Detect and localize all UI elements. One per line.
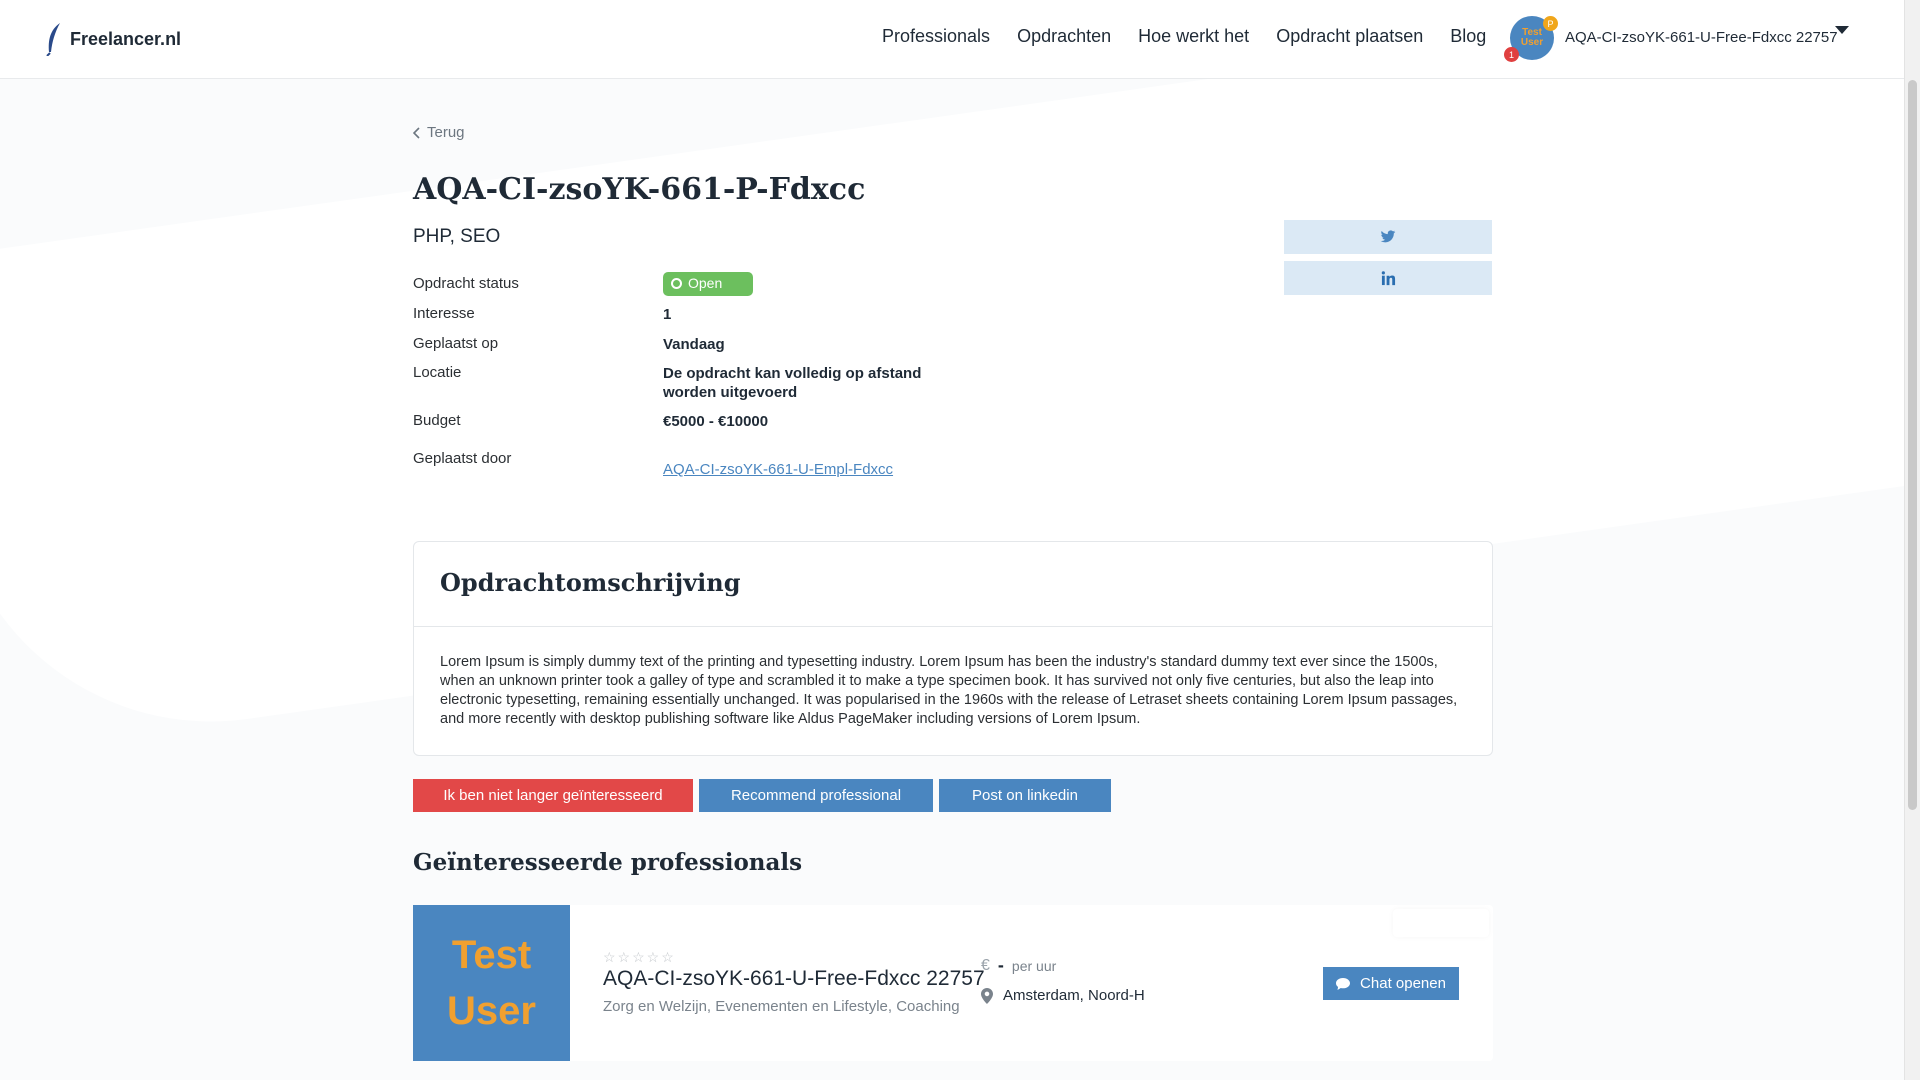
caret-down-icon[interactable] [1835,26,1849,34]
euro-icon: € [981,956,990,974]
rate-value: - [997,955,1004,975]
user-name[interactable]: AQA-CI-zsoYK-661-U-Free-Fdxcc 22757 [1565,29,1838,46]
status-value-wrap: Open [663,272,943,296]
top-navbar: Freelancer.nl Professionals Opdrachten H… [0,0,1905,79]
interest-value: 1 [663,306,672,323]
hourly-rate: € - per uur [981,955,1056,976]
linkedin-icon [1381,270,1395,285]
back-link[interactable]: Terug [413,124,465,141]
notification-badge: 1 [1504,47,1519,62]
nav-professionals[interactable]: Professionals [882,26,990,47]
professional-photo[interactable]: Test User [413,905,570,1061]
status-badge: Open [663,272,753,296]
action-buttons: Ik ben niet langer geïnteresseerd Recomm… [413,779,1111,812]
divider [414,626,1492,627]
nav-hoe-werkt-het[interactable]: Hoe werkt het [1138,26,1249,47]
scrollbar[interactable] [1904,0,1920,1080]
main-nav: Professionals Opdrachten Hoe werkt het O… [882,26,1486,47]
nav-blog[interactable]: Blog [1450,26,1486,47]
description-card: Opdrachtomschrijving Lorem Ipsum is simp… [413,541,1493,756]
not-interested-button[interactable]: Ik ben niet langer geïnteresseerd [413,779,693,812]
share-twitter-button[interactable] [1284,220,1492,254]
recommend-professional-button[interactable]: Recommend professional [699,779,933,812]
twitter-icon [1380,230,1396,243]
location-text: Amsterdam, Noord-H [1003,987,1145,1004]
posted-by-label: Geplaatst door [413,450,512,467]
professional-name[interactable]: AQA-CI-zsoYK-661-U-Free-Fdxcc 22757 [603,967,985,991]
profile-badge: P [1543,16,1558,31]
status-circle-icon [671,278,682,289]
site-logo[interactable]: Freelancer.nl [46,22,181,56]
professional-card: Test User ☆☆☆☆☆ AQA-CI-zsoYK-661-U-Free-… [413,905,1493,1061]
chevron-left-icon [413,126,420,139]
status-label: Opdracht status [413,275,519,292]
logo-text: Freelancer.nl [70,28,182,49]
user-avatar-wrap[interactable]: Test User P 1 [1504,16,1558,62]
posted-by-link[interactable]: AQA-CI-zsoYK-661-U-Empl-Fdxcc [663,461,893,478]
description-heading: Opdrachtomschrijving [440,568,741,597]
skills-list: PHP, SEO [413,226,501,247]
rating-stars: ☆☆☆☆☆ [603,949,676,965]
posted-value: Vandaag [663,336,725,353]
posted-by-wrap: AQA-CI-zsoYK-661-U-Empl-Fdxcc [663,460,943,479]
description-text: Lorem Ipsum is simply dummy text of the … [440,654,1458,727]
budget-label: Budget [413,412,461,429]
chat-open-button[interactable]: Chat openen [1323,967,1459,1000]
nav-opdracht-plaatsen[interactable]: Opdracht plaatsen [1276,26,1423,47]
rate-unit: per uur [1011,957,1057,974]
posted-label: Geplaatst op [413,335,499,352]
page-title: AQA-CI-zsoYK-661-P-Fdxcc [413,172,866,207]
chat-label: Chat openen [1360,975,1446,992]
status-text: Open [688,275,723,291]
location-label: Locatie [413,364,462,381]
card-tab [1393,909,1489,937]
scrollbar-thumb[interactable] [1908,80,1917,810]
share-linkedin-button[interactable] [1284,261,1492,295]
interest-label: Interesse [413,305,475,322]
chat-bubble-icon [1336,977,1351,990]
map-pin-icon [981,987,993,1004]
location-value: De opdracht kan volledig op afstand word… [663,365,922,401]
professional-tags: Zorg en Welzijn, Evenementen en Lifestyl… [603,998,960,1015]
budget-value: €5000 - €10000 [663,413,769,430]
professional-location: Amsterdam, Noord-H [981,987,1145,1004]
post-linkedin-button[interactable]: Post on linkedin [939,779,1111,812]
feather-logo-icon [46,23,60,56]
back-label: Terug [427,124,465,141]
interested-heading: Geïnteresseerde professionals [413,849,803,876]
nav-opdrachten[interactable]: Opdrachten [1017,26,1111,47]
